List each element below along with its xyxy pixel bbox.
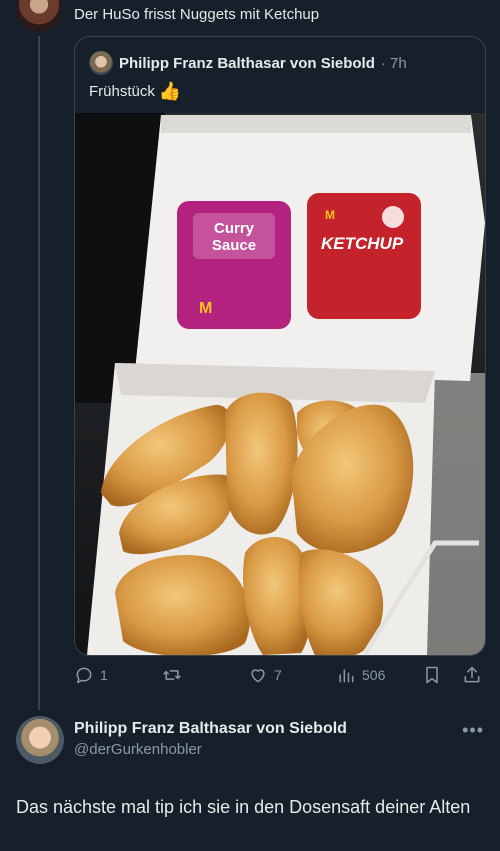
share-icon <box>464 666 480 683</box>
reply-action[interactable]: 1 <box>74 665 108 685</box>
tweet-actions: 1 7 506 <box>74 662 484 688</box>
curry-label-line2: Sauce <box>212 237 256 254</box>
nugget <box>115 554 250 655</box>
reply-author-handle[interactable]: @derGurkenhobler <box>74 741 202 758</box>
bookmark-icon <box>426 666 438 684</box>
top-tweet-text: Der HuSo frisst Nuggets mit Ketchup <box>74 6 320 23</box>
photo-illustration: Curry Sauce M M KETCHUP <box>75 113 485 655</box>
thread-line <box>38 36 40 710</box>
quoted-tweet-card[interactable]: Philipp Franz Balthasar von Siebold · 7h… <box>74 36 486 656</box>
thumbs-up-emoji: 👍 <box>158 81 182 101</box>
more-options-icon[interactable]: ••• <box>462 720 484 741</box>
bookmark-action[interactable] <box>422 665 442 685</box>
analytics-icon <box>339 669 354 683</box>
quoted-author-name[interactable]: Philipp Franz Balthasar von Siebold <box>119 55 375 72</box>
quoted-tweet-body: Frühstück <box>89 83 155 100</box>
svg-text:M: M <box>325 208 335 222</box>
reply-count: 1 <box>100 667 108 683</box>
like-action[interactable]: 7 <box>248 665 282 685</box>
curry-label-line1: Curry <box>214 220 255 237</box>
like-count: 7 <box>274 667 282 683</box>
top-avatar[interactable] <box>16 0 62 32</box>
timeline: Der HuSo frisst Nuggets mit Ketchup Phil… <box>0 0 500 851</box>
share-action[interactable] <box>462 665 482 685</box>
quoted-author-avatar[interactable] <box>89 51 113 75</box>
heart-icon <box>251 669 265 683</box>
reply-author-name[interactable]: Philipp Franz Balthasar von Siebold <box>74 720 347 738</box>
reply-tweet-text: Das nächste mal tip ich sie in den Dosen… <box>16 797 471 817</box>
retweet-icon <box>163 670 181 680</box>
svg-text:M: M <box>199 300 212 317</box>
views-action[interactable]: 506 <box>336 665 385 685</box>
quoted-tweet-text: Frühstück 👍 <box>89 81 181 102</box>
reply-icon <box>76 667 92 684</box>
quoted-tweet-header: Philipp Franz Balthasar von Siebold · 7h <box>89 51 407 75</box>
retweet-action[interactable] <box>162 665 188 685</box>
quoted-tweet-time[interactable]: · 7h <box>381 55 407 72</box>
reply-author-avatar[interactable] <box>16 716 64 764</box>
tweet-photo[interactable]: Curry Sauce M M KETCHUP <box>75 113 485 655</box>
ketchup-label: KETCHUP <box>321 234 404 253</box>
view-count: 506 <box>362 667 386 683</box>
